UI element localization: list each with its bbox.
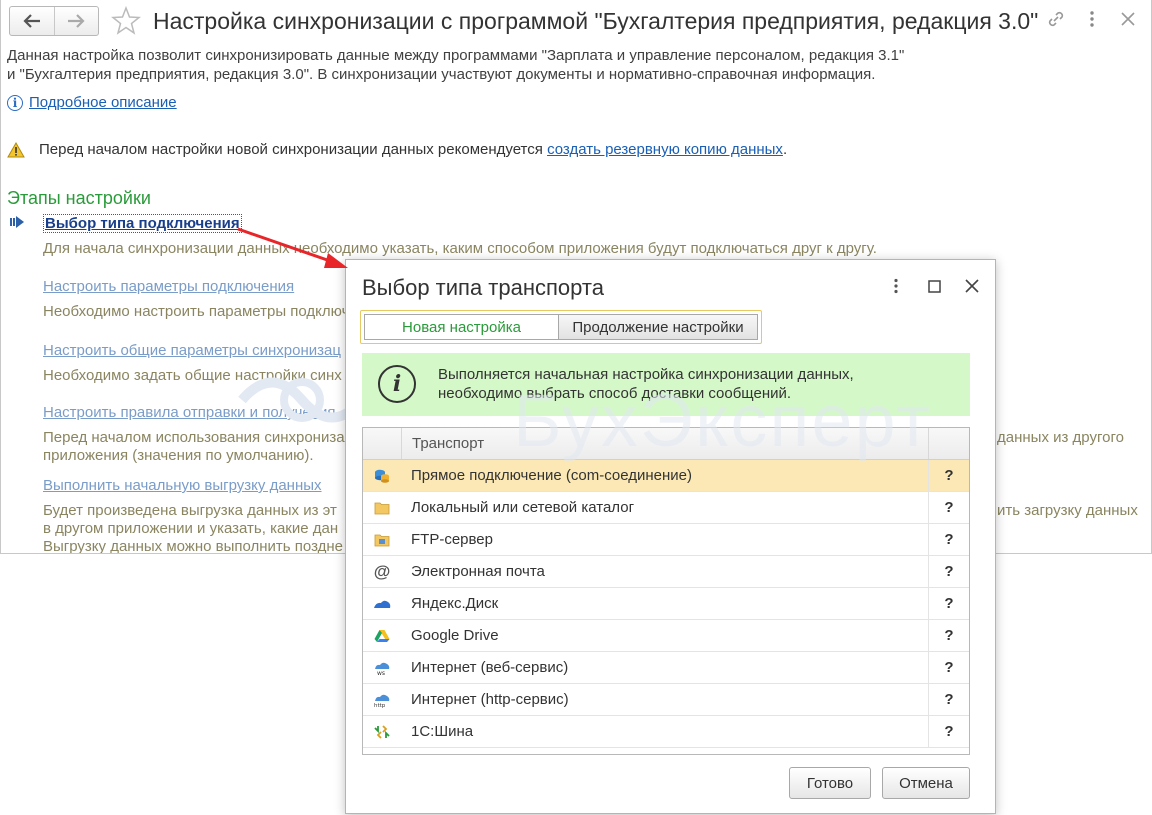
step-sync-params[interactable]: Настроить общие параметры синхронизац <box>43 342 341 359</box>
step-initial-export[interactable]: Выполнить начальную выгрузку данных <box>43 477 322 494</box>
help-icon[interactable]: ? <box>929 492 969 523</box>
maximize-icon[interactable] <box>925 277 943 295</box>
table-row[interactable]: Локальный или сетевой каталог ? <box>363 492 969 524</box>
folder-icon <box>374 502 390 514</box>
cancel-button[interactable]: Отмена <box>882 767 970 799</box>
close-icon[interactable] <box>1117 8 1139 30</box>
stages-title: Этапы настройки <box>7 188 151 208</box>
tab-continue-setup[interactable]: Продолжение настройки <box>559 314 758 340</box>
transport-name: Локальный или сетевой каталог <box>401 492 929 523</box>
table-row[interactable]: 1С:Шина ? <box>363 716 969 748</box>
ftp-folder-icon <box>374 534 390 546</box>
transport-name: 1С:Шина <box>401 716 929 747</box>
link-icon[interactable] <box>1045 8 1067 30</box>
step-description: Выгрузку данных можно выполнить поздне <box>43 538 344 554</box>
star-icon[interactable] <box>111 6 141 36</box>
transport-name: Яндекс.Диск <box>401 588 929 619</box>
details-row: i Подробное описание <box>7 94 177 111</box>
more-icon[interactable] <box>887 277 905 295</box>
dialog-controls <box>887 277 981 295</box>
cloud-icon <box>374 600 391 608</box>
transport-name: Интернет (http-сервис) <box>401 684 929 715</box>
warning-text: Перед началом настройки новой синхрониза… <box>39 141 543 158</box>
transport-dialog: Выбор типа транспорта Новая настройка Пр… <box>345 259 996 814</box>
step-description: в другом приложении и указать, какие дан <box>43 520 339 537</box>
table-row[interactable]: Прямое подключение (com-соединение) ? <box>363 460 969 492</box>
details-link[interactable]: Подробное описание <box>29 94 177 111</box>
arrow-left-icon <box>23 14 40 28</box>
help-icon[interactable]: ? <box>929 620 969 651</box>
database-icon <box>375 469 389 483</box>
table-row[interactable]: Google Drive ? <box>363 620 969 652</box>
setup-tabs: Новая настройка Продолжение настройки <box>360 310 762 344</box>
web-service-icon: ws <box>375 662 390 676</box>
navigation-buttons <box>9 6 99 36</box>
watermark-text: БухЭксперт <box>513 379 932 462</box>
arrow-right-icon <box>68 14 85 28</box>
help-icon[interactable]: ? <box>929 684 969 715</box>
http-service-icon: http <box>374 694 390 708</box>
forward-button[interactable] <box>53 7 99 35</box>
help-icon[interactable]: ? <box>929 460 969 491</box>
step-description-tail: ить загрузку данных <box>997 502 1138 519</box>
step-description: приложения (значения по умолчанию). <box>43 447 314 464</box>
step-description: Будет произведена выгрузка данных из эт <box>43 502 337 519</box>
ok-button[interactable]: Готово <box>789 767 871 799</box>
step-connection-params[interactable]: Настроить параметры подключения <box>43 278 294 295</box>
google-drive-icon <box>374 629 390 642</box>
back-button[interactable] <box>10 7 54 35</box>
dialog-title: Выбор типа транспорта <box>362 275 604 300</box>
backup-warning: Перед началом настройки новой синхрониза… <box>7 141 787 158</box>
info-icon: i <box>7 94 23 111</box>
warning-icon <box>7 141 25 157</box>
transport-table: Транспорт Прямое подключение (com-соедин… <box>362 427 970 755</box>
help-icon[interactable]: ? <box>929 556 969 587</box>
current-step-arrow-icon <box>10 216 24 228</box>
tab-new-setup[interactable]: Новая настройка <box>364 314 560 340</box>
help-icon[interactable]: ? <box>929 524 969 555</box>
backup-link[interactable]: создать резервную копию данных <box>547 141 783 158</box>
window-controls <box>1045 8 1139 30</box>
help-icon[interactable]: ? <box>929 716 969 747</box>
transport-name: Прямое подключение (com-соединение) <box>401 460 929 491</box>
info-icon: i <box>378 365 416 403</box>
table-row[interactable]: ws Интернет (веб-сервис) ? <box>363 652 969 684</box>
transport-name: Интернет (веб-сервис) <box>401 652 929 683</box>
close-icon[interactable] <box>963 277 981 295</box>
step-description: Необходимо настроить параметры подключ <box>43 303 350 320</box>
help-icon[interactable]: ? <box>929 652 969 683</box>
help-icon[interactable]: ? <box>929 588 969 619</box>
table-row[interactable]: FTP-сервер ? <box>363 524 969 556</box>
table-row[interactable]: http Интернет (http-сервис) ? <box>363 684 969 716</box>
step-description-tail: данных из другого <box>997 429 1124 446</box>
transport-name: Электронная почта <box>401 556 929 587</box>
svg-text:ws: ws <box>377 670 385 676</box>
description: Данная настройка позволит синхронизирова… <box>7 47 905 83</box>
table-row[interactable]: @ Электронная почта ? <box>363 556 969 588</box>
step-connection-type[interactable]: Выбор типа подключения <box>43 214 242 233</box>
step-description: Для начала синхронизации данных необходи… <box>43 240 877 257</box>
svg-text:http: http <box>374 703 386 708</box>
more-icon[interactable] <box>1081 8 1103 30</box>
transport-name: FTP-сервер <box>401 524 929 555</box>
transport-name: Google Drive <box>401 620 929 651</box>
window-title: Настройка синхронизации с программой "Бу… <box>153 8 1039 34</box>
bus-icon <box>374 724 390 739</box>
table-row[interactable]: Яндекс.Диск ? <box>363 588 969 620</box>
at-sign-icon: @ <box>373 561 391 581</box>
